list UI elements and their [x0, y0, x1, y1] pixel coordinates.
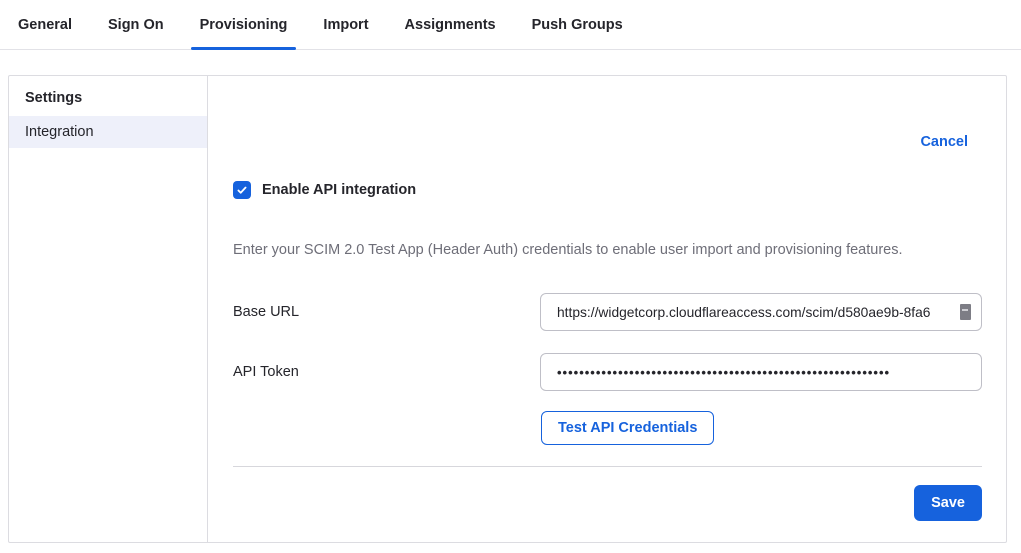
base-url-label: Base URL — [233, 304, 299, 320]
tab-assignments[interactable]: Assignments — [396, 0, 505, 49]
api-token-row: API Token — [233, 353, 982, 391]
base-url-row: Base URL — [233, 293, 982, 331]
base-url-input-wrap — [540, 293, 982, 331]
settings-sidebar: Settings Integration — [9, 76, 208, 542]
enable-api-row: Enable API integration — [233, 181, 1006, 199]
enable-api-label[interactable]: Enable API integration — [262, 182, 416, 198]
cancel-link[interactable]: Cancel — [920, 134, 968, 150]
api-token-label: API Token — [233, 364, 299, 380]
tab-import[interactable]: Import — [314, 0, 377, 49]
sidebar-item-integration[interactable]: Integration — [9, 116, 207, 148]
save-button[interactable]: Save — [914, 485, 982, 521]
check-icon — [236, 184, 248, 196]
tab-provisioning[interactable]: Provisioning — [191, 0, 297, 49]
save-row: Save — [208, 485, 982, 521]
cancel-row: Cancel — [208, 76, 1006, 151]
footer-divider — [233, 466, 982, 467]
provisioning-page: General Sign On Provisioning Import Assi… — [0, 0, 1021, 553]
test-api-credentials-button[interactable]: Test API Credentials — [541, 411, 714, 445]
app-tab-bar: General Sign On Provisioning Import Assi… — [0, 0, 1021, 50]
credentials-description: Enter your SCIM 2.0 Test App (Header Aut… — [233, 243, 982, 258]
tab-general[interactable]: General — [9, 0, 81, 49]
api-token-input-wrap — [540, 353, 982, 391]
tab-sign-on[interactable]: Sign On — [99, 0, 173, 49]
integration-settings-content: Cancel Enable API integration Enter your… — [208, 76, 1006, 542]
provisioning-panel: Settings Integration Cancel Enable API i… — [8, 75, 1007, 543]
test-credentials-row: Test API Credentials — [541, 411, 1006, 445]
api-token-input[interactable] — [540, 353, 982, 391]
enable-api-checkbox[interactable] — [233, 181, 251, 199]
base-url-input[interactable] — [540, 293, 982, 331]
sidebar-title: Settings — [9, 87, 207, 116]
tab-push-groups[interactable]: Push Groups — [523, 0, 632, 49]
